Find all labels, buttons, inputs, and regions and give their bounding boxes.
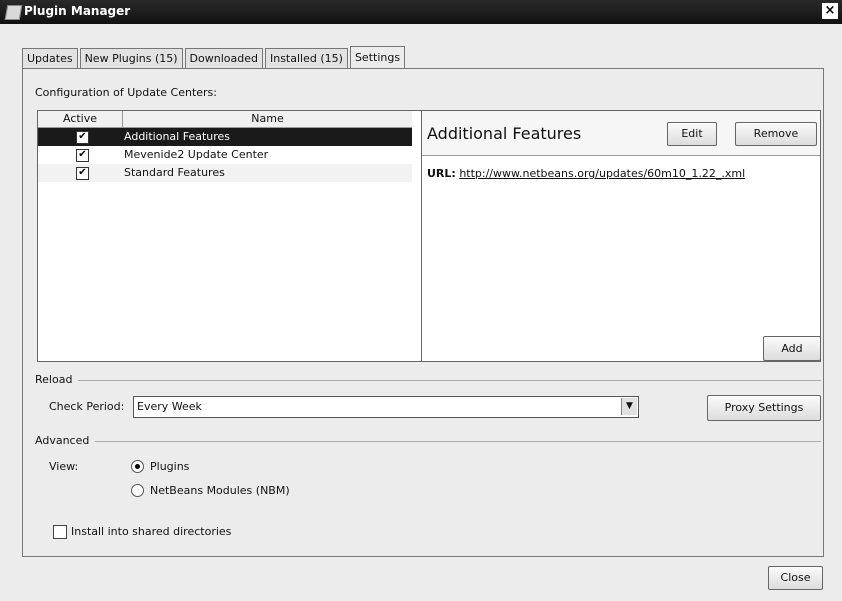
- detail-title: Additional Features: [427, 124, 582, 143]
- chevron-down-icon[interactable]: ▼: [621, 398, 637, 415]
- table-row[interactable]: ✔ Standard Features: [38, 164, 412, 182]
- app-icon: [4, 5, 23, 20]
- check-period-value: Every Week: [137, 400, 202, 413]
- tab-downloaded[interactable]: Downloaded: [184, 48, 263, 68]
- check-period-label: Check Period:: [49, 400, 125, 413]
- active-checkbox[interactable]: ✔: [76, 131, 89, 144]
- active-checkbox[interactable]: ✔: [76, 149, 89, 162]
- center-detail-pane: Additional Features Edit Remove URL: htt…: [421, 110, 821, 362]
- remove-button[interactable]: Remove: [735, 122, 817, 146]
- update-centers-table: Active Name ✔ Additional Features ✔ Meve…: [37, 110, 435, 362]
- center-name: Mevenide2 Update Center: [124, 148, 269, 161]
- reload-divider: [78, 380, 821, 381]
- install-shared-checkbox[interactable]: [53, 525, 67, 539]
- edit-button[interactable]: Edit: [667, 122, 717, 146]
- active-checkbox[interactable]: ✔: [76, 167, 89, 180]
- table-header: Active Name: [38, 111, 412, 128]
- nbm-option-label[interactable]: NetBeans Modules (NBM): [150, 484, 290, 497]
- tab-new-plugins[interactable]: New Plugins (15): [79, 48, 183, 68]
- check-period-dropdown[interactable]: Every Week ▼: [133, 396, 639, 418]
- plugin-manager-window: Plugin Manager × Updates New Plugins (15…: [0, 0, 842, 601]
- add-button[interactable]: Add: [763, 336, 821, 361]
- close-window-icon[interactable]: ×: [822, 3, 838, 19]
- tab-settings[interactable]: Settings: [349, 46, 406, 68]
- tab-bar: Updates New Plugins (15) Downloaded Inst…: [22, 46, 407, 69]
- install-shared-label[interactable]: Install into shared directories: [71, 525, 231, 538]
- table-row[interactable]: ✔ Additional Features: [38, 128, 412, 146]
- window-title: Plugin Manager: [24, 4, 131, 18]
- tab-installed[interactable]: Installed (15): [264, 48, 348, 68]
- column-header-active[interactable]: Active: [38, 111, 123, 127]
- proxy-settings-button[interactable]: Proxy Settings: [707, 395, 821, 421]
- advanced-section-label: Advanced: [35, 434, 90, 447]
- url-label: URL:: [427, 167, 456, 180]
- settings-panel: Configuration of Update Centers: Active …: [22, 68, 824, 557]
- close-button[interactable]: Close: [768, 566, 823, 590]
- url-row: URL: http://www.netbeans.org/updates/60m…: [427, 167, 745, 180]
- reload-section-label: Reload: [35, 373, 73, 386]
- column-header-name[interactable]: Name: [123, 111, 412, 127]
- title-bar: Plugin Manager ×: [0, 0, 842, 24]
- tab-updates[interactable]: Updates: [22, 48, 78, 68]
- table-row[interactable]: ✔ Mevenide2 Update Center: [38, 146, 412, 164]
- plugins-option-label[interactable]: Plugins: [150, 460, 189, 473]
- view-label: View:: [49, 460, 79, 473]
- detail-header: Additional Features Edit Remove: [422, 111, 820, 156]
- config-label: Configuration of Update Centers:: [35, 86, 217, 99]
- plugins-radio[interactable]: [131, 460, 144, 473]
- center-name: Standard Features: [124, 166, 225, 179]
- nbm-radio[interactable]: [131, 484, 144, 497]
- advanced-divider: [95, 441, 821, 442]
- center-name: Additional Features: [124, 130, 231, 143]
- update-center-url-link[interactable]: http://www.netbeans.org/updates/60m10_1.…: [459, 167, 745, 180]
- radio-selected-dot: [135, 464, 140, 469]
